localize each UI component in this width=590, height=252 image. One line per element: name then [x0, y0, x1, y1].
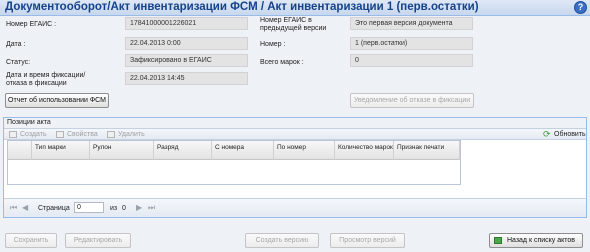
- help-icon[interactable]: ?: [574, 1, 587, 14]
- number-label: Номер :: [260, 41, 286, 48]
- page-title: Документооборот/Акт инвентаризации ФСМ /…: [5, 1, 479, 13]
- egais-number-field: 17841000001226021: [125, 17, 248, 30]
- page-number-input[interactable]: 0: [74, 202, 104, 213]
- view-versions-button[interactable]: Просмотр версий: [330, 233, 405, 248]
- fix-date-label-line1: Дата и время фиксации/: [6, 72, 86, 79]
- grid-col-grade[interactable]: Разряд: [154, 141, 212, 160]
- positions-panel: Позиции акта Создать Свойства Удалить ⟳ …: [3, 117, 587, 218]
- egais-number-label: Номер ЕГАИС :: [6, 21, 57, 28]
- grid-col-print-flag[interactable]: Признак печати: [394, 141, 460, 160]
- fix-date-field: 22.04.2013 14:45: [125, 72, 248, 85]
- total-marks-label: Всего марок :: [260, 59, 304, 66]
- prev-egais-label-line2: предыдущей версии: [260, 25, 327, 32]
- grid-pager: ⏮ ◀ Страница 0 из 0 ▶ ⏭: [4, 198, 586, 217]
- delete-icon: [107, 131, 115, 138]
- grid-col-from-number[interactable]: С номера: [212, 141, 274, 160]
- delete-button[interactable]: Удалить: [118, 129, 145, 140]
- refresh-icon: ⟳: [543, 129, 551, 139]
- grid-col-roll[interactable]: Рулон: [90, 141, 154, 160]
- date-field: 22.04.2013 0:00: [125, 37, 248, 50]
- positions-grid: Тип марки Рулон Разряд С номера По номер…: [7, 140, 461, 185]
- grid-col-marks-count[interactable]: Количество марок: [335, 141, 394, 160]
- back-to-list-button[interactable]: Назад к списку актов: [489, 233, 583, 248]
- first-page-icon[interactable]: ⏮: [10, 203, 17, 213]
- total-pages: 0: [122, 205, 126, 212]
- create-version-button[interactable]: Создать версию: [245, 233, 319, 248]
- grid-col-mark-type[interactable]: Тип марки: [32, 141, 90, 160]
- number-field: 1 (перв.остатки): [350, 37, 473, 50]
- save-button[interactable]: Сохранить: [5, 233, 57, 248]
- total-marks-field: 0: [350, 54, 473, 67]
- status-field: Зафиксировано в ЕГАИС: [125, 54, 248, 67]
- grid-header: Тип марки Рулон Разряд С номера По номер…: [8, 141, 460, 160]
- edit-button[interactable]: Редактировать: [65, 233, 131, 248]
- create-button[interactable]: Создать: [20, 129, 47, 140]
- properties-button[interactable]: Свойства: [67, 129, 98, 140]
- refresh-button[interactable]: Обновить: [554, 129, 586, 140]
- prev-egais-label-line1: Номер ЕГАИС в: [260, 17, 312, 24]
- fsm-usage-report-button[interactable]: Отчет об использовании ФСМ: [5, 93, 109, 108]
- grid-col-selector[interactable]: [8, 141, 32, 160]
- last-page-icon[interactable]: ⏭: [148, 203, 155, 213]
- back-icon: [494, 237, 502, 244]
- of-label: из: [110, 205, 118, 212]
- properties-icon: [56, 131, 64, 138]
- grid-col-to-number[interactable]: По номер: [274, 141, 335, 160]
- date-label: Дата :: [6, 41, 26, 48]
- create-icon: [9, 131, 17, 138]
- prev-egais-field: Это первая версия документа: [350, 17, 473, 30]
- page-label: Страница: [38, 205, 70, 212]
- refusal-notice-button[interactable]: Уведомление об отказе в фиксации: [350, 93, 474, 108]
- fix-date-label-line2: отказа в фиксации: [6, 80, 67, 87]
- positions-toolbar: Создать Свойства Удалить ⟳ Обновить: [4, 129, 586, 140]
- back-to-list-label: Назад к списку актов: [506, 237, 576, 244]
- document-form: Номер ЕГАИС : 17841000001226021 Номер ЕГ…: [0, 16, 590, 252]
- positions-panel-header: Позиции акта: [4, 118, 586, 129]
- prev-page-icon[interactable]: ◀: [22, 203, 28, 213]
- positions-panel-title: Позиции акта: [7, 119, 51, 126]
- next-page-icon[interactable]: ▶: [136, 203, 142, 213]
- status-label: Статус:: [6, 59, 31, 66]
- title-bar: Документооборот/Акт инвентаризации ФСМ /…: [0, 0, 590, 16]
